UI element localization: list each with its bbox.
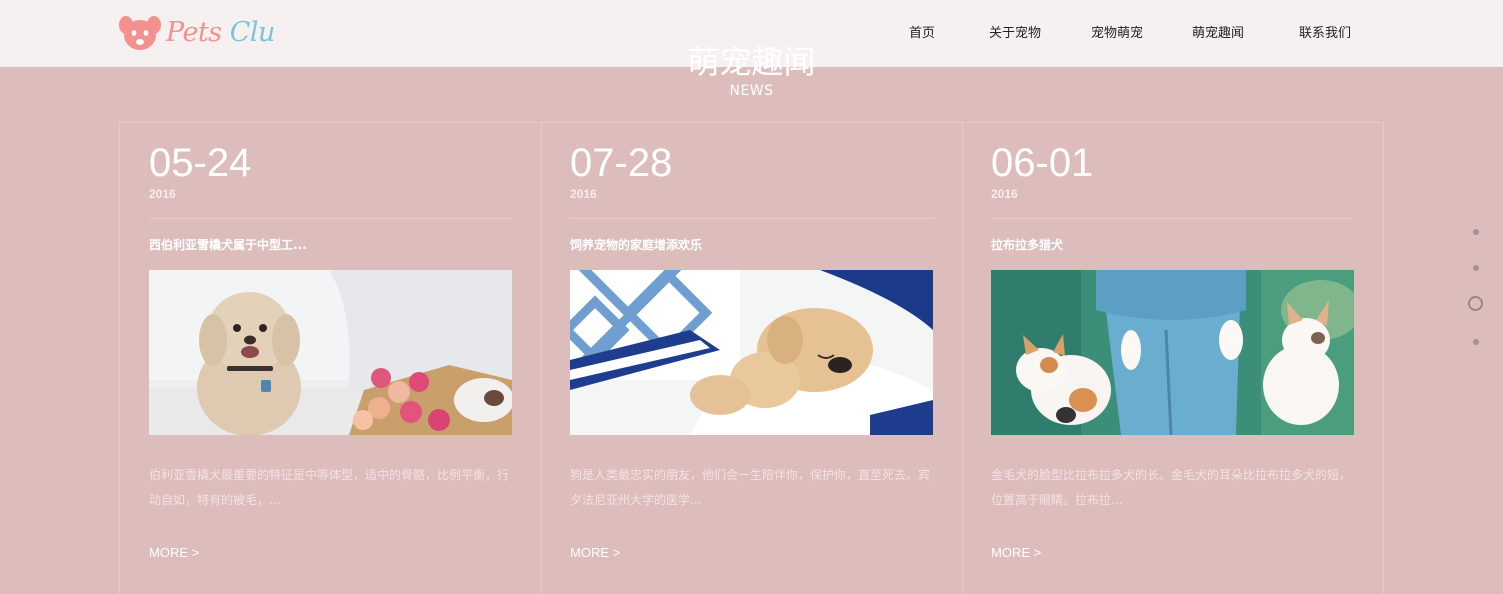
card-date: 05-24 [149, 141, 252, 185]
page: Pets Clu 首页 关于宠物 宠物萌宠 萌宠趣闻 联系我们 萌宠趣闻 NEW… [0, 0, 1503, 594]
slide-dot-nav [1468, 225, 1484, 350]
card-year: 2016 [570, 187, 597, 201]
card-more-link[interactable]: MORE > [570, 544, 620, 562]
curly-dog-photo [149, 270, 512, 435]
card-more-link[interactable]: MORE > [991, 544, 1041, 562]
card-image-kittens[interactable] [991, 270, 1354, 435]
card-date: 07-28 [570, 141, 673, 185]
card-year: 2016 [149, 187, 176, 201]
kittens-photo [991, 270, 1354, 435]
card-title[interactable]: 饲养宠物的家庭增添欢乐 [570, 236, 702, 254]
card-date: 06-01 [991, 141, 1094, 185]
card-image-curly-dog[interactable] [149, 270, 512, 435]
slide-dot[interactable] [1473, 339, 1479, 345]
slide-dot-active[interactable] [1468, 296, 1483, 311]
news-card[interactable]: 05-24 2016 西伯利亚雪橇犬属于中型工... 伯利亚雪橇犬最重要的特征是… [120, 123, 542, 594]
card-description: 伯利亚雪橇犬最重要的特征是中等体型，适中的骨骼，比例平衡，行动自如，特有的被毛，… [149, 468, 510, 507]
slide-dot[interactable] [1473, 265, 1479, 271]
card-description: 狗是人类最忠实的朋友，他们会一生陪伴你，保护你，直至死去。宾夕法尼亚州大学的医学… [570, 468, 931, 507]
card-year: 2016 [991, 187, 1018, 201]
news-card[interactable]: 07-28 2016 饲养宠物的家庭增添欢乐 狗是人类最忠实的朋友，他们会一生陪… [541, 123, 963, 594]
news-card[interactable]: 06-01 2016 拉布拉多猎犬 金毛犬的脸型比拉布拉多犬的长。金毛犬的耳朵比… [962, 123, 1384, 594]
card-description: 金毛犬的脸型比拉布拉多犬的长。金毛犬的耳朵比拉布拉多犬的短，位置高于眼睛。拉布拉… [991, 468, 1352, 507]
card-divider [570, 218, 933, 219]
section-subtitle: NEWS [729, 83, 774, 99]
card-title[interactable]: 西伯利亚雪橇犬属于中型工... [149, 236, 307, 254]
section-title: 萌宠趣闻 [687, 43, 816, 81]
card-image-sleeping-puppy[interactable] [570, 270, 933, 435]
card-divider [149, 218, 512, 219]
sleeping-puppy-photo [570, 270, 933, 435]
card-divider [991, 218, 1354, 219]
news-card-list: 05-24 2016 西伯利亚雪橇犬属于中型工... 伯利亚雪橇犬最重要的特征是… [119, 122, 1384, 594]
card-more-link[interactable]: MORE > [149, 544, 199, 562]
slide-dot[interactable] [1473, 229, 1479, 235]
card-title[interactable]: 拉布拉多猎犬 [991, 236, 1063, 254]
